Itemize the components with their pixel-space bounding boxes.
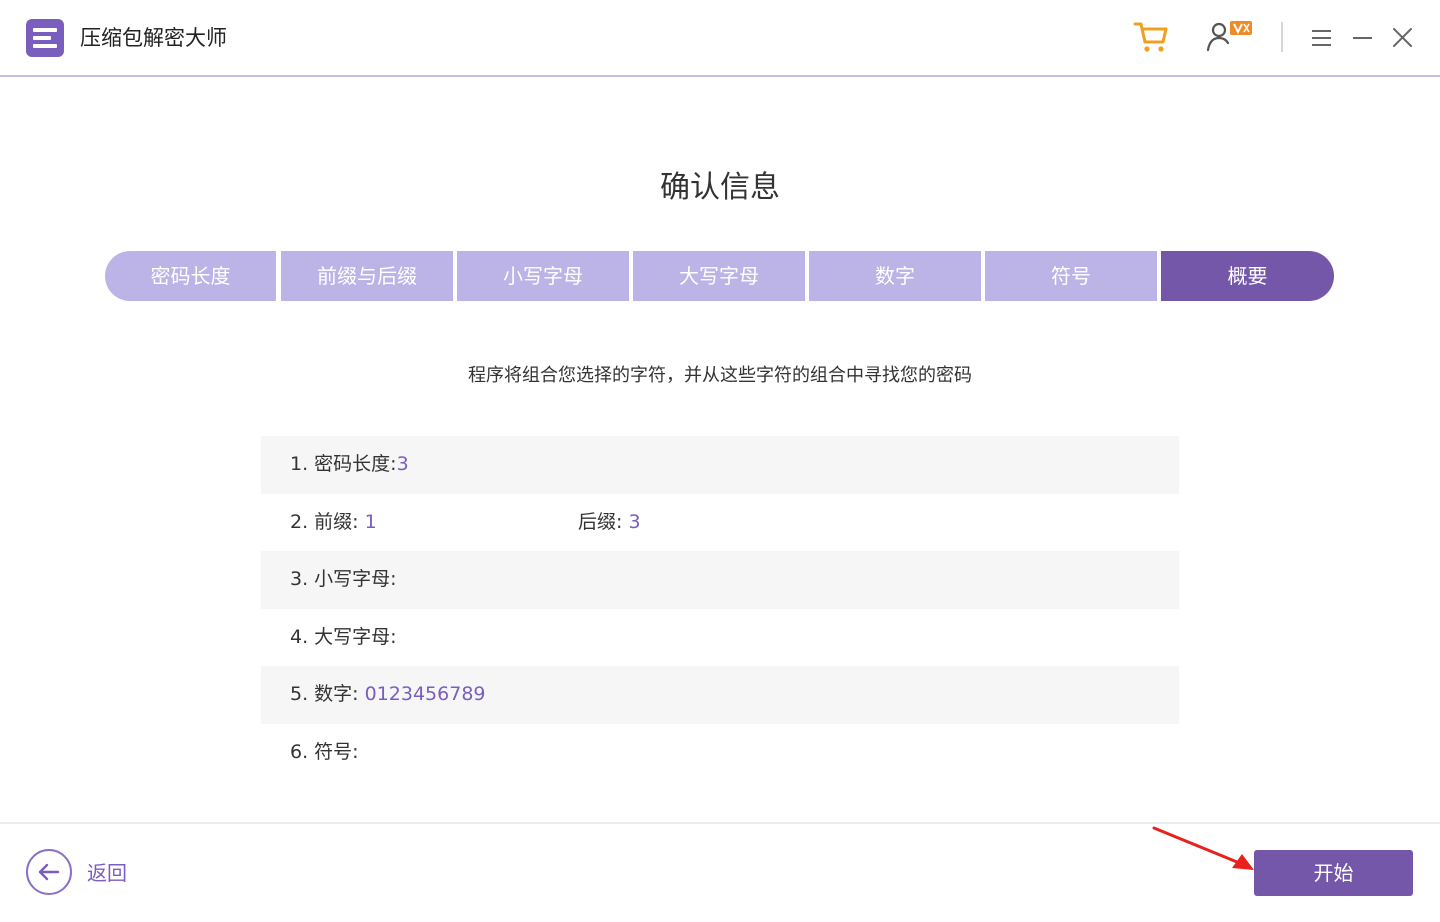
digits-label: 5. 数字: [290,683,365,705]
summary-row-digits: 5. 数字: 0123456789 [261,666,1179,724]
step-tabs: 密码长度 前缀与后缀 小写字母 大写字母 数字 符号 概要 [105,251,1334,301]
app-logo-icon [26,19,64,57]
back-arrow-icon [38,863,60,881]
back-label[interactable]: 返回 [87,859,127,887]
title-bar: 压缩包解密大师 [0,0,1440,77]
user-vip-icon[interactable] [1204,18,1256,56]
step-lowercase[interactable]: 小写字母 [457,251,629,301]
summary-row-uppercase: 4. 大写字母: [261,609,1179,667]
step-summary[interactable]: 概要 [1161,251,1334,301]
page-description: 程序将组合您选择的字符，并从这些字符的组合中寻找您的密码 [468,365,972,386]
uppercase-label: 4. 大写字母: [290,625,397,648]
summary-row-length: 1. 密码长度:3 [261,436,1179,494]
prefix-label: 2. 前缀: [290,510,365,533]
step-password-length[interactable]: 密码长度 [105,251,276,301]
step-prefix-suffix[interactable]: 前缀与后缀 [281,251,453,301]
step-symbols[interactable]: 符号 [985,251,1157,301]
close-icon[interactable] [1392,18,1414,56]
summary-row-symbols: 6. 符号: [261,724,1179,782]
prefix-value: 1 [364,510,377,533]
cart-icon[interactable] [1132,18,1170,56]
title-divider [1281,22,1283,52]
minimize-icon[interactable] [1352,18,1374,56]
menu-icon[interactable] [1311,18,1333,56]
step-uppercase[interactable]: 大写字母 [633,251,805,301]
digits-value: 0123456789 [364,683,486,705]
length-value: 3 [396,453,409,475]
page-title: 确认信息 [660,170,780,205]
app-title: 压缩包解密大师 [80,26,227,50]
summary-list: 1. 密码长度:3 2. 前缀: 1 后缀: 3 3. 小写字母: 4. 大写字… [261,436,1179,781]
start-button[interactable]: 开始 [1254,850,1413,896]
symbols-label: 6. 符号: [290,740,359,763]
lowercase-label: 3. 小写字母: [290,568,397,590]
summary-row-prefix-suffix: 2. 前缀: 1 后缀: 3 [261,494,1179,552]
suffix-value: 3 [628,510,641,533]
length-label: 1. 密码长度: [290,453,397,475]
step-digits[interactable]: 数字 [809,251,981,301]
suffix-label: 后缀: [578,510,629,533]
suffix-field: 后缀: 3 [578,494,641,552]
summary-row-lowercase: 3. 小写字母: [261,551,1179,609]
annotation-arrow [1152,826,1254,870]
back-button[interactable] [26,849,72,895]
